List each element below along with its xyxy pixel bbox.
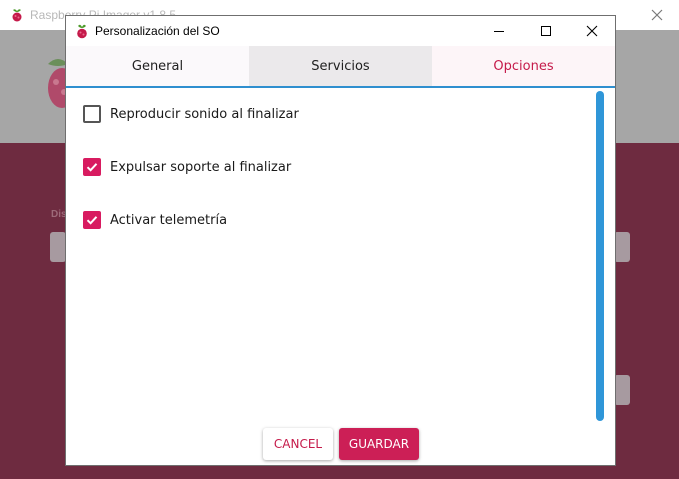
main-close-icon[interactable] bbox=[646, 4, 668, 26]
tab-servicios[interactable]: Servicios bbox=[249, 46, 432, 86]
close-icon bbox=[586, 25, 598, 37]
option-play-sound[interactable]: Reproducir sonido al finalizar bbox=[83, 104, 299, 124]
option-label: Reproducir sonido al finalizar bbox=[110, 106, 299, 122]
telemetry-checkbox[interactable] bbox=[83, 211, 101, 229]
write-button-edge bbox=[614, 375, 630, 405]
tab-bar: General Servicios Opciones bbox=[66, 46, 615, 88]
dialog-titlebar: Personalización del SO bbox=[66, 16, 615, 46]
cancel-button[interactable]: CANCEL bbox=[263, 428, 333, 460]
os-select-field bbox=[614, 232, 630, 262]
checkmark-icon bbox=[86, 163, 98, 172]
option-eject-media[interactable]: Expulsar soporte al finalizar bbox=[83, 157, 291, 177]
scrollbar[interactable] bbox=[596, 91, 604, 421]
close-button[interactable] bbox=[569, 16, 615, 46]
checkmark-icon bbox=[86, 216, 98, 225]
eject-media-checkbox[interactable] bbox=[83, 158, 101, 176]
dialog-title: Personalización del SO bbox=[95, 24, 220, 38]
minimize-button[interactable] bbox=[476, 16, 522, 46]
play-sound-checkbox[interactable] bbox=[83, 105, 101, 123]
maximize-icon bbox=[541, 26, 551, 36]
option-label: Expulsar soporte al finalizar bbox=[110, 159, 292, 175]
option-telemetry[interactable]: Activar telemetría bbox=[83, 210, 227, 230]
raspberry-icon bbox=[12, 9, 22, 22]
tab-opciones[interactable]: Opciones bbox=[432, 46, 615, 86]
tab-general[interactable]: General bbox=[66, 46, 249, 86]
save-button[interactable]: GUARDAR bbox=[339, 428, 419, 460]
option-label: Activar telemetría bbox=[110, 212, 228, 228]
minimize-icon bbox=[494, 31, 504, 32]
os-customization-dialog: Personalización del SO General Servicios… bbox=[65, 15, 616, 466]
raspberry-icon bbox=[77, 24, 87, 39]
maximize-button[interactable] bbox=[523, 16, 569, 46]
device-select-field bbox=[50, 232, 66, 262]
